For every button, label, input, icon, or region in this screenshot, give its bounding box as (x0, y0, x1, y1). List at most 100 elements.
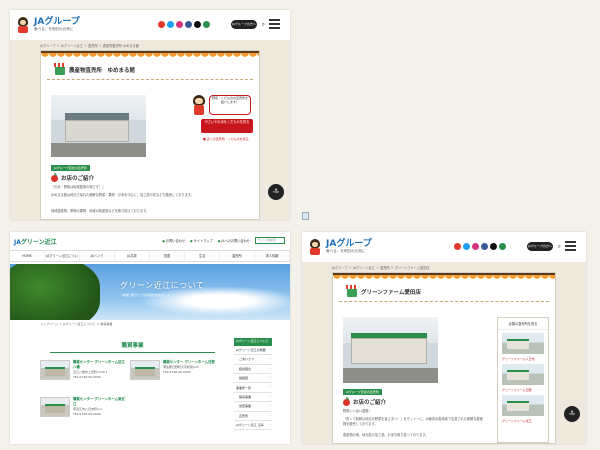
logo-tagline: 食べる、を明日の元気に (326, 249, 366, 254)
back-to-top-button[interactable]: ▲ TOP (268, 184, 284, 200)
badge: JAグループ直営の直売所 (343, 389, 382, 395)
store-name: 購買センター グリーンホーム東近江 (73, 397, 125, 407)
shop-icon (54, 63, 66, 75)
side-menu-item[interactable]: JAグリーン近江の概要 (234, 346, 272, 356)
store-item[interactable]: 購買センター グリーンホーム日野 蒲生郡日野町大字松尾123 TEL:0748-00… (130, 360, 215, 380)
store-address: 近江八幡市上田町1234-1 (73, 370, 108, 375)
nav-shop[interactable]: 直売所 (220, 251, 255, 261)
side-menu-head[interactable]: JAグリーン近江について (234, 338, 272, 346)
nav-bank[interactable]: JAバンク (80, 251, 115, 261)
sns-links (454, 243, 506, 250)
login-button[interactable]: JAグループの方へ (231, 20, 257, 29)
apple-icon (51, 172, 58, 182)
site-header: JAグループ 食べる、を明日の元気に JAグループの方へ ⌕ (10, 10, 290, 40)
line-icon[interactable] (499, 243, 506, 250)
apple-icon (343, 396, 350, 406)
menu-icon[interactable] (565, 241, 576, 251)
shop-card: グリーンファーム愛田店 JAグループ直営の直売所 お店のご紹介 野菜いっぱい直販… (332, 272, 556, 444)
ja-logo[interactable]: JAグループ 食べる、を明日の元気に (34, 18, 80, 32)
instagram-icon[interactable] (472, 243, 479, 250)
shop-photo (343, 317, 438, 383)
mascot-icon (308, 239, 322, 255)
nav-life[interactable]: 生活 (185, 251, 220, 261)
search-icon[interactable]: ⌕ (262, 21, 265, 29)
badge: JAグループ直営の直売所 (51, 165, 90, 171)
side-menu-item[interactable]: 購買事業 (234, 393, 272, 403)
nav-about[interactable]: JAグリーン近江について (45, 251, 80, 269)
back-to-top-button[interactable]: ▲ TOP (564, 406, 580, 422)
menu-icon[interactable] (269, 19, 280, 29)
body-line-1: 野菜いっぱい直販！ (343, 409, 372, 413)
intro-label: お店のご紹介 (61, 176, 95, 182)
login-button[interactable]: JAグループの方へ (527, 242, 553, 251)
nav-kyosai[interactable]: JA共済 (115, 251, 150, 261)
store-name: 購買センター グリーンホーム近江八幡 (73, 360, 125, 370)
store-photo (40, 397, 70, 417)
side-menu-item[interactable]: JAグリーン近江 沿革 (234, 421, 272, 431)
search-input[interactable]: サイト内検索 (255, 237, 285, 244)
nearby-name[interactable]: グリーンファーム日野 (502, 388, 544, 392)
nearby-title: 近隣の直売所を見る (498, 318, 548, 330)
nearby-name[interactable]: グリーンファーム竜王 (502, 419, 544, 423)
body-line-3: 農産物の他、地元産の加工品、お米も取り扱っております。 (343, 433, 429, 437)
store-item[interactable]: 購買センター グリーンホーム近江八幡 近江八幡市上田町1234-1 TEL:0748… (40, 360, 125, 380)
inquiry-link[interactable]: JAへのお問い合わせ (218, 238, 250, 243)
nearby-photo[interactable] (502, 364, 544, 385)
screenshot-ja-yumemaru: JAグループ 食べる、を明日の元気に JAグループの方へ ⌕ JAグループ ＞ … (10, 10, 290, 220)
shop-name: グリーンファーム愛田店 (361, 290, 421, 296)
ja-logo[interactable]: JAグループ 食べる、を明日の元気に (326, 240, 372, 254)
side-menu-item[interactable]: 組織図 (234, 374, 272, 384)
youtube-icon[interactable] (454, 243, 461, 250)
mascot-large-icon (192, 95, 206, 115)
youtube-icon[interactable] (158, 21, 165, 28)
line-icon[interactable] (203, 21, 210, 28)
store-tel: TEL:0748-00-0000 (73, 411, 101, 416)
facebook-icon[interactable] (185, 21, 192, 28)
tiktok-icon[interactable] (194, 21, 201, 28)
shop-heading: グリーンファーム愛田店 (339, 281, 549, 302)
ja-green-omi-logo[interactable]: JAグリーン近江 (14, 237, 57, 246)
side-menu-item[interactable]: 営農事業 (234, 402, 272, 412)
hero-banner: グリーン近江について 地域に根ざした協同組合をめざして (10, 264, 290, 320)
logo-name: グリーン近江 (20, 238, 57, 246)
tiktok-icon[interactable] (490, 243, 497, 250)
screenshot-ja-greenfarm: JAグループ 食べる、を明日の元気に JAグループの方へ ⌕ JAグループ ＞ … (302, 232, 586, 444)
search-icon[interactable]: ⌕ (558, 243, 561, 251)
sitemap-link[interactable]: サイトマップ (190, 238, 213, 243)
speech-bubble: 野菜・くだものの直売所を紹介します！ (209, 95, 251, 115)
side-menu-item[interactable]: 経営理念 (234, 365, 272, 375)
cta-button[interactable]: やさいやお米をくだものを見る (201, 119, 253, 133)
nearby-link[interactable]: ■ 近くの直売所・くだものを見る (203, 137, 249, 141)
utility-links: お問い合わせ サイトマップ JAへのお問い合わせ (162, 238, 250, 243)
top-label: TOP (568, 412, 575, 416)
nav-home[interactable]: HOME (10, 251, 45, 261)
side-menu-item[interactable]: 直売所 (234, 412, 272, 421)
hero-title: グリーン近江について (120, 281, 205, 290)
twitter-icon[interactable] (463, 243, 470, 250)
side-menu-item[interactable]: ごあいさつ (234, 355, 272, 365)
screenshot-green-omi: JAグリーン近江 お問い合わせ サイトマップ JAへのお問い合わせ サイト内検索… (10, 232, 290, 444)
section-title: 購買事業 (50, 341, 215, 353)
twitter-icon[interactable] (167, 21, 174, 28)
store-photo (130, 360, 160, 380)
side-menu: JAグリーン近江について JAグリーン近江の概要 ごあいさつ 経営理念 組織図 … (234, 338, 272, 431)
shop-photo (51, 95, 146, 157)
store-address: 蒲生郡日野町大字松尾123 (163, 365, 199, 370)
body-line-3: 地域農産物、季節の果物、地域の特産品などを取り揃えております。 (51, 209, 150, 213)
broken-image-icon (302, 212, 309, 220)
store-item[interactable]: 購買センター グリーンホーム東近江 東近江市八日市町1-1 TEL:0748-00-… (40, 397, 125, 417)
side-menu-item[interactable]: 事業所一覧 (234, 383, 272, 393)
nav-agri[interactable]: 営農 (150, 251, 185, 261)
facebook-icon[interactable] (481, 243, 488, 250)
shop-card: 農産物直売所 ゆめまる館 野菜・くだものの直売所を紹介します！ やさいやお米をく… (40, 50, 260, 220)
breadcrumb: JAグループ ＞ JAグリーン近江 ＞ 直売所 ＞ 農産物直売所 ゆめまる館 (40, 44, 139, 48)
sns-links (158, 21, 210, 28)
logo-text: JAグループ (34, 17, 80, 28)
instagram-icon[interactable] (176, 21, 183, 28)
nearby-photo[interactable] (502, 333, 544, 354)
nearby-name[interactable]: グリーンファーム八日市 (502, 357, 544, 361)
contact-link[interactable]: お問い合わせ (162, 238, 185, 243)
nav-jobs[interactable]: 求人情報 (255, 251, 290, 261)
nearby-shops: 近隣の直売所を見る グリーンファーム八日市 グリーンファーム日野 グリーンファー… (497, 317, 549, 443)
nearby-photo[interactable] (502, 395, 544, 416)
